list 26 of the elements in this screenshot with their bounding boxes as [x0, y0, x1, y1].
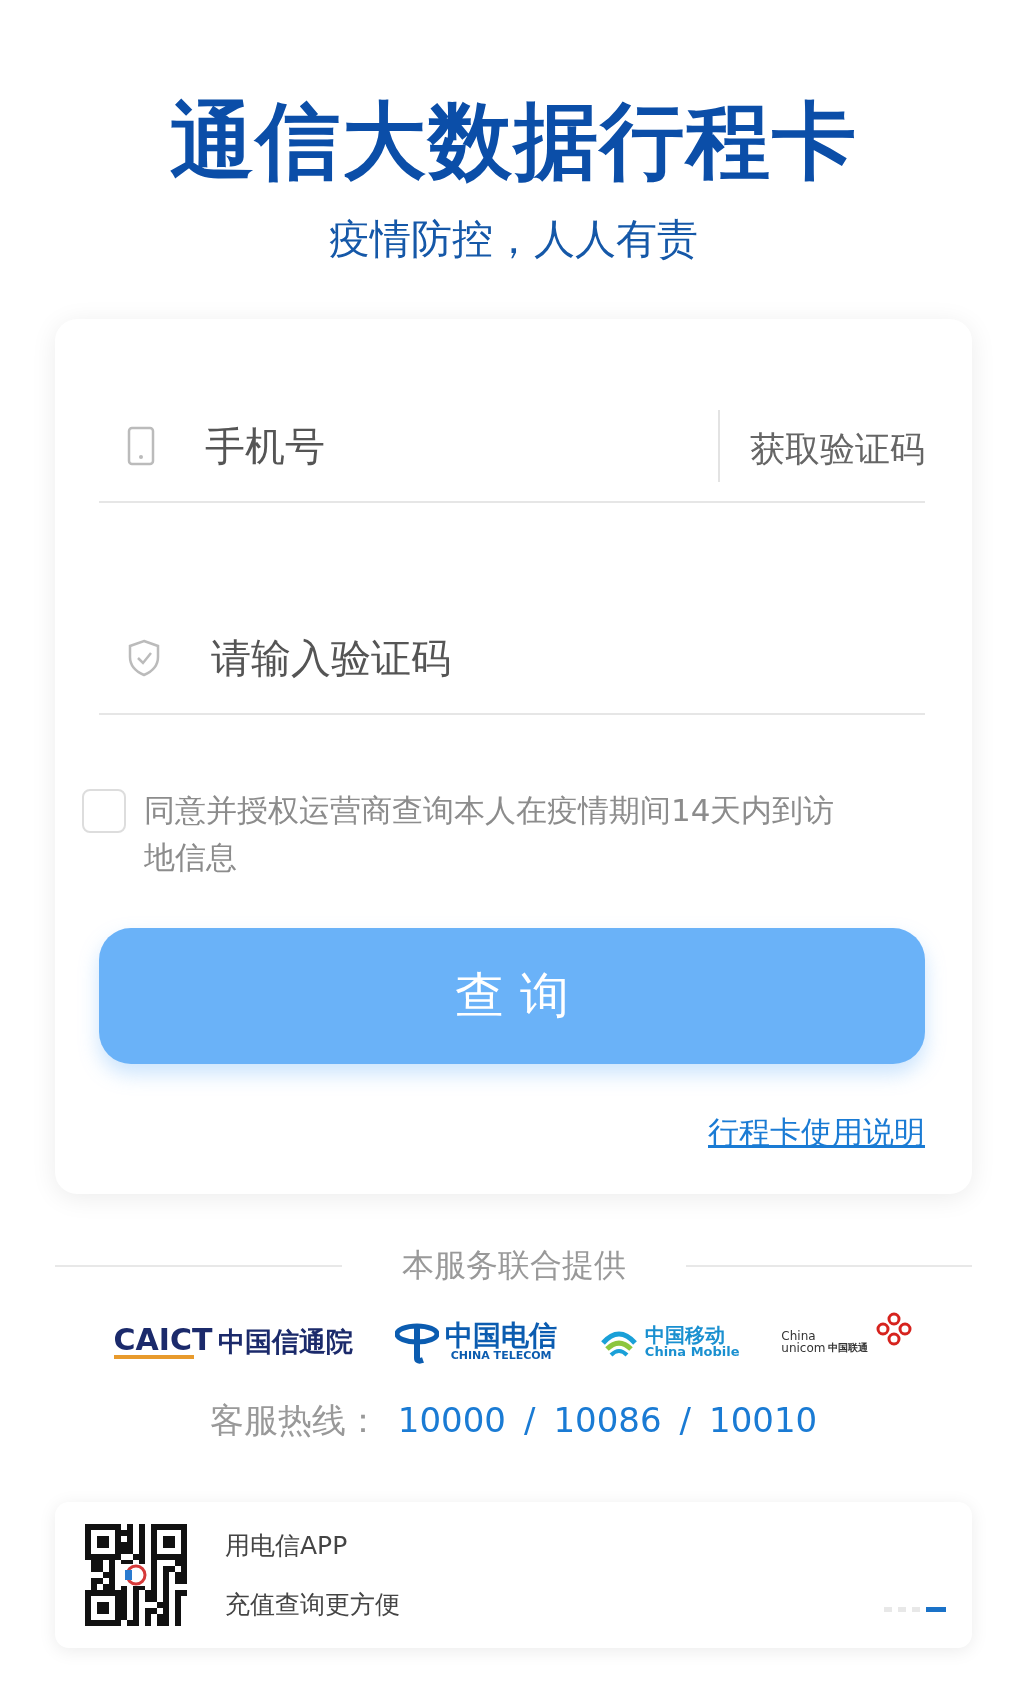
unicom-logo: China unicom 中国联通 [781, 1329, 914, 1354]
agreement-text: 同意并授权运营商查询本人在疫情期间14天内到访地信息 [144, 790, 836, 877]
query-button[interactable]: 查 询 [99, 927, 925, 1064]
hotline-label: 客服热线： [209, 1398, 380, 1442]
page-title: 通信大数据行程卡 [169, 95, 858, 188]
get-code-button[interactable]: 获取验证码 [718, 409, 925, 482]
providers-label: 本服务联合提供 [401, 1244, 626, 1286]
slogan: 疫情防控，人人有责 [329, 215, 698, 265]
caict-logo: CAICT 中国信通院 [113, 1323, 354, 1360]
separator: / [679, 1399, 692, 1440]
promo-banner[interactable]: 用电信APP 充值查询更方便 [55, 1501, 972, 1648]
phone-field[interactable]: 手机号 [203, 421, 718, 470]
underline-icon [113, 1354, 194, 1359]
promo-text: 用电信APP [225, 1529, 349, 1562]
shield-icon [127, 638, 161, 677]
telecom-logo: 中国电信 CHINA TELECOM [395, 1319, 558, 1364]
hotline-number[interactable]: 10000 [397, 1399, 506, 1440]
code-field[interactable]: 请输入验证码 [209, 633, 925, 682]
mobile-logo: 中国移动 China Mobile [598, 1322, 740, 1361]
hotline-number[interactable]: 10086 [553, 1399, 662, 1440]
separator: / [523, 1399, 536, 1440]
phone-icon [127, 425, 155, 466]
promo-text: 充值查询更方便 [225, 1588, 401, 1621]
help-link[interactable]: 行程卡使用说明 [708, 1111, 925, 1154]
agreement-checkbox[interactable] [82, 788, 126, 833]
hotline-number[interactable]: 10010 [709, 1399, 818, 1440]
